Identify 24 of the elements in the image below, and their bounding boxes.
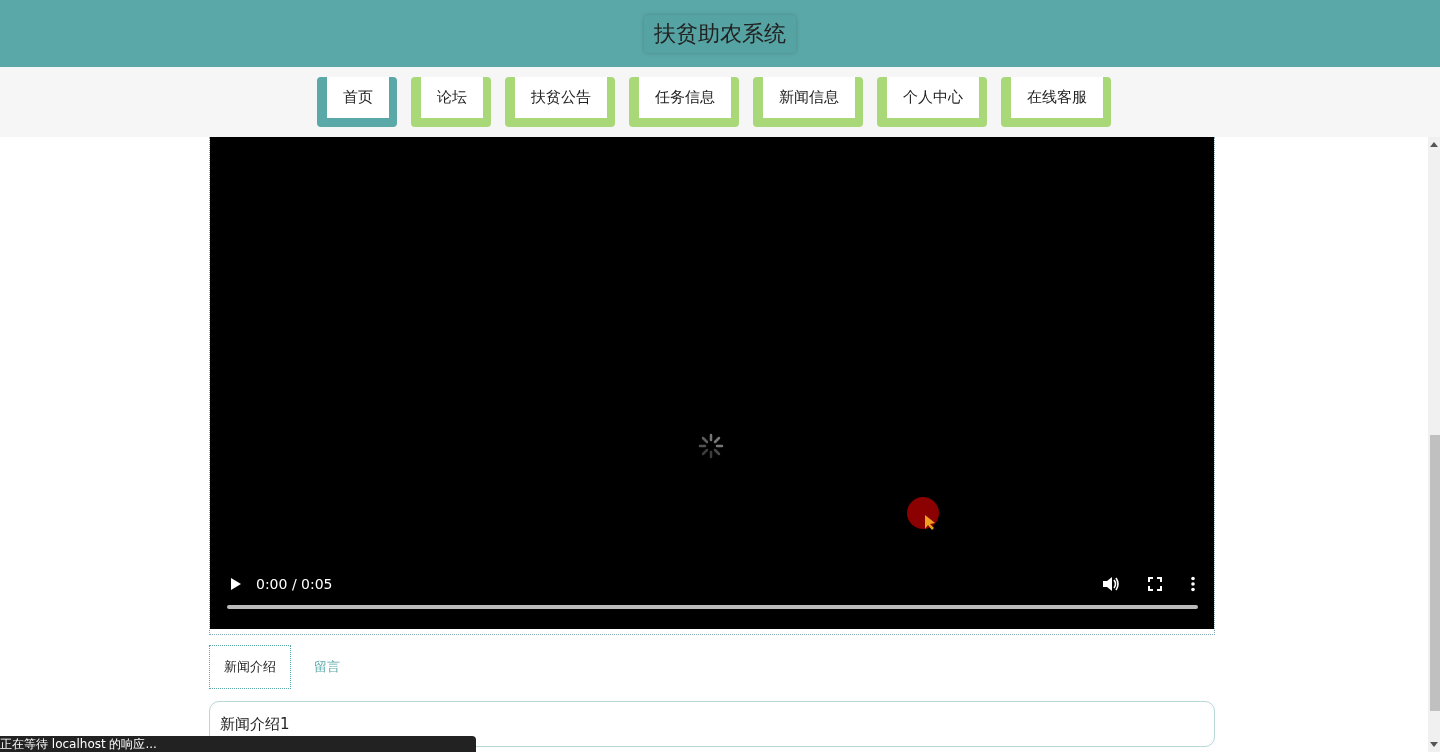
scrollbar[interactable] [1428,137,1440,752]
scroll-down-icon[interactable] [1430,742,1438,747]
status-bar: 正在等待 localhost 的响应... [0,736,476,752]
video-player[interactable]: 0:00 / 0:05 [210,137,1214,629]
fullscreen-icon[interactable] [1148,577,1162,591]
nav-tab[interactable]: 首页 [317,77,397,127]
site-title: 扶贫助农系统 [644,14,796,53]
scrollbar-thumb[interactable] [1430,435,1440,711]
nav-tab[interactable]: 任务信息 [629,77,739,127]
content-tab[interactable]: 新闻介绍 [209,645,291,689]
nav-tab[interactable]: 个人中心 [877,77,987,127]
volume-icon[interactable] [1102,576,1120,592]
more-icon[interactable] [1190,576,1196,592]
nav-tab[interactable]: 新闻信息 [753,77,863,127]
loading-spinner-icon [697,432,725,460]
progress-track[interactable] [227,605,1198,609]
nav-tab[interactable]: 在线客服 [1001,77,1111,127]
nav-tab[interactable]: 论坛 [411,77,491,127]
play-icon[interactable] [230,577,242,591]
content-text: 新闻介绍1 [220,714,290,734]
nav-tab[interactable]: 扶贫公告 [505,77,615,127]
time-display: 0:00 / 0:05 [256,576,333,592]
scroll-up-icon[interactable] [1430,142,1438,147]
cursor-icon [907,497,941,533]
